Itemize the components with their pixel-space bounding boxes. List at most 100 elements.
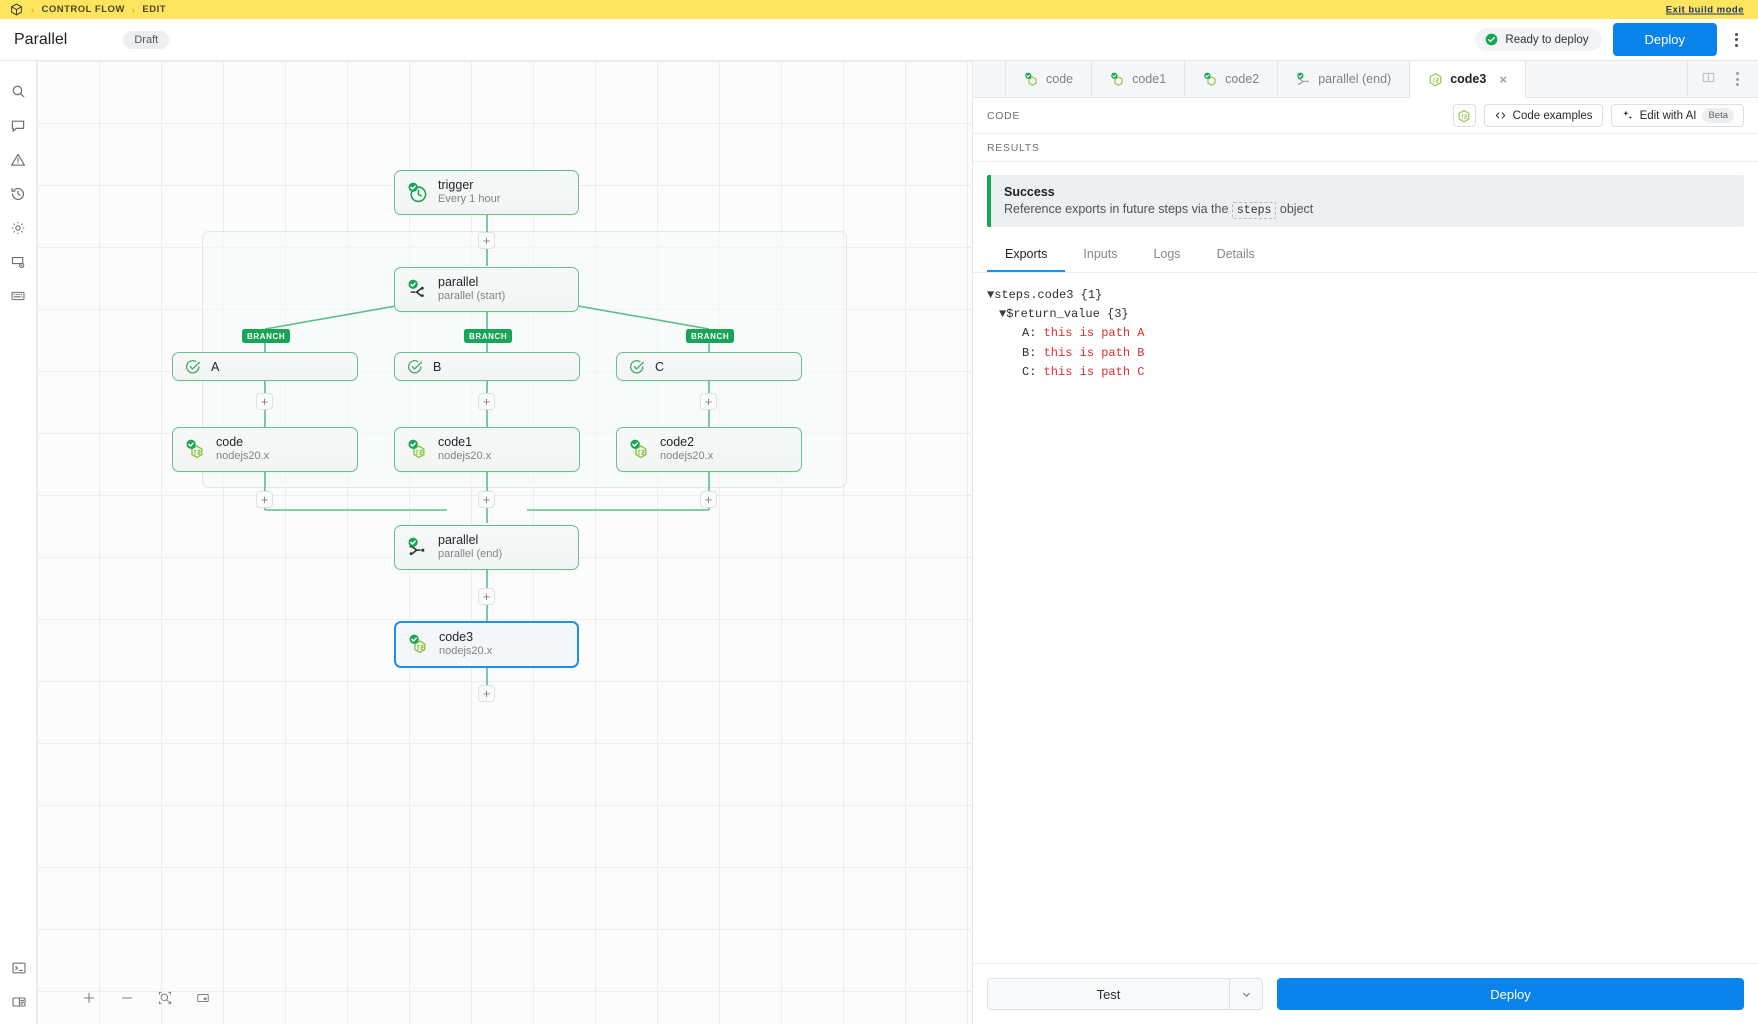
- results-subtabs: Exports Inputs Logs Details: [973, 238, 1758, 273]
- search-icon[interactable]: [6, 79, 31, 104]
- test-button[interactable]: Test: [987, 978, 1229, 1010]
- title-bar: Parallel Draft Ready to deploy Deploy: [0, 19, 1758, 61]
- kebab-menu-icon[interactable]: [1728, 32, 1744, 47]
- zoom-out-icon[interactable]: [119, 990, 135, 1006]
- node-title: C: [655, 359, 665, 374]
- nodejs-check-icon: [408, 634, 429, 655]
- tree-row[interactable]: ▼ $return_value {3}: [987, 305, 1744, 324]
- node-subtitle: nodejs20.x: [439, 645, 493, 658]
- cube-icon[interactable]: [10, 3, 23, 16]
- canvas-zoom-tools: [81, 990, 211, 1006]
- add-step-button[interactable]: +: [478, 393, 495, 410]
- node-branch-a[interactable]: A: [172, 352, 358, 381]
- add-step-button[interactable]: +: [700, 393, 717, 410]
- tab-parallel-end[interactable]: parallel (end): [1278, 61, 1411, 97]
- tree-value: this is path B: [1043, 345, 1145, 360]
- parallel-start-icon: [407, 279, 428, 300]
- deploy-button-footer[interactable]: Deploy: [1277, 978, 1744, 1010]
- branch-tag-a: BRANCH: [242, 329, 291, 343]
- node-subtitle: nodejs20.x: [216, 450, 270, 463]
- exit-build-mode-link[interactable]: Exit build mode: [1666, 4, 1744, 15]
- editor-tabstrip: code code1 code2 parallel (end) code3 ×: [973, 61, 1758, 98]
- zoom-in-icon[interactable]: [81, 990, 97, 1006]
- workflow-canvas[interactable]: trigger Every 1 hour + parallel parallel…: [37, 61, 972, 1024]
- node-subtitle: parallel (start): [438, 290, 506, 303]
- code-label: CODE: [987, 109, 1021, 122]
- node-subtitle: nodejs20.x: [438, 450, 492, 463]
- add-step-button[interactable]: +: [700, 491, 717, 508]
- add-step-button[interactable]: +: [478, 491, 495, 508]
- edit-with-ai-button[interactable]: Edit with AI Beta: [1610, 104, 1744, 127]
- node-code[interactable]: code nodejs20.x: [172, 427, 358, 472]
- add-step-button[interactable]: +: [478, 588, 495, 605]
- tree-row[interactable]: ▼ steps.code3 {1}: [987, 286, 1744, 305]
- tab-code2[interactable]: code2: [1185, 61, 1279, 97]
- test-button-group: Test: [987, 978, 1263, 1010]
- gear-icon[interactable]: [6, 215, 31, 240]
- node-branch-b[interactable]: B: [394, 352, 580, 381]
- node-code2[interactable]: code2 nodejs20.x: [616, 427, 802, 472]
- code-examples-button[interactable]: Code examples: [1483, 104, 1603, 127]
- deploy-button[interactable]: Deploy: [1612, 23, 1717, 56]
- node-subtitle: nodejs20.x: [660, 450, 714, 463]
- node-trigger[interactable]: trigger Every 1 hour: [394, 170, 579, 215]
- subtab-details[interactable]: Details: [1199, 238, 1273, 272]
- node-code1[interactable]: code1 nodejs20.x: [394, 427, 580, 472]
- node-title: code: [216, 434, 244, 449]
- page-title: Parallel: [14, 30, 68, 48]
- build-mode-bar: › CONTROL FLOW › EDIT Exit build mode: [0, 0, 1758, 19]
- tab-close-icon[interactable]: ×: [1499, 72, 1507, 87]
- tree-row[interactable]: A: this is path A: [987, 324, 1744, 343]
- keyboard-icon[interactable]: [6, 283, 31, 308]
- fit-view-icon[interactable]: [157, 990, 173, 1006]
- add-step-button[interactable]: +: [256, 491, 273, 508]
- breadcrumb-control-flow[interactable]: CONTROL FLOW: [42, 4, 125, 15]
- tabstrip-lead-spacer: [973, 61, 1006, 97]
- window-settings-icon[interactable]: [6, 249, 31, 274]
- warning-icon[interactable]: [6, 147, 31, 172]
- node-branch-c[interactable]: C: [616, 352, 802, 381]
- tab-code3[interactable]: code3 ×: [1410, 61, 1526, 98]
- exports-tree: ▼ steps.code3 {1} ▼ $return_value {3} A: t…: [973, 273, 1758, 382]
- add-step-button[interactable]: +: [256, 393, 273, 410]
- add-step-button[interactable]: +: [478, 232, 495, 249]
- tree-row[interactable]: B: this is path B: [987, 344, 1744, 363]
- node-title: code3: [439, 629, 474, 644]
- breadcrumb-edit[interactable]: EDIT: [142, 4, 166, 15]
- node-code3[interactable]: code3 nodejs20.x: [394, 621, 579, 668]
- node-parallel-end[interactable]: parallel parallel (end): [394, 525, 579, 570]
- node-title: A: [211, 359, 220, 374]
- subtab-inputs[interactable]: Inputs: [1065, 238, 1135, 272]
- ready-to-deploy-badge: Ready to deploy: [1475, 28, 1602, 51]
- add-step-button[interactable]: +: [478, 685, 495, 702]
- minimap-icon[interactable]: [195, 990, 211, 1006]
- success-desc-after: object: [1276, 202, 1314, 216]
- tree-key: steps.code3 {1}: [994, 288, 1103, 302]
- subtab-logs[interactable]: Logs: [1135, 238, 1198, 272]
- tab-label: code1: [1132, 72, 1167, 86]
- kebab-menu-icon[interactable]: [1729, 72, 1745, 86]
- code-section-header: CODE Code examples Edit with AI Beta: [973, 98, 1758, 134]
- tree-caret-icon[interactable]: ▼: [987, 286, 994, 305]
- nodejs-check-icon: [629, 439, 650, 460]
- nodejs-icon[interactable]: [1452, 104, 1476, 127]
- code-examples-label: Code examples: [1512, 109, 1593, 122]
- split-pane-icon[interactable]: [1701, 70, 1716, 88]
- condition-check-icon: [185, 359, 201, 375]
- tab-code1[interactable]: code1: [1092, 61, 1186, 97]
- chat-icon[interactable]: [6, 113, 31, 138]
- panel-toggle-icon[interactable]: [6, 989, 31, 1014]
- clock-check-icon: [407, 182, 428, 203]
- status-badge: Draft: [123, 30, 170, 49]
- tree-caret-icon[interactable]: ▼: [999, 305, 1006, 324]
- tab-code[interactable]: code: [1006, 61, 1093, 97]
- test-dropdown-button[interactable]: [1229, 978, 1263, 1010]
- terminal-icon[interactable]: [6, 955, 31, 980]
- node-parallel-start[interactable]: parallel parallel (start): [394, 267, 579, 312]
- history-icon[interactable]: [6, 181, 31, 206]
- tree-row[interactable]: C: this is path C: [987, 363, 1744, 382]
- breadcrumb: › CONTROL FLOW › EDIT: [31, 4, 166, 15]
- node-title: parallel: [438, 532, 479, 547]
- tree-key: C:: [1022, 364, 1037, 379]
- subtab-exports[interactable]: Exports: [987, 238, 1066, 272]
